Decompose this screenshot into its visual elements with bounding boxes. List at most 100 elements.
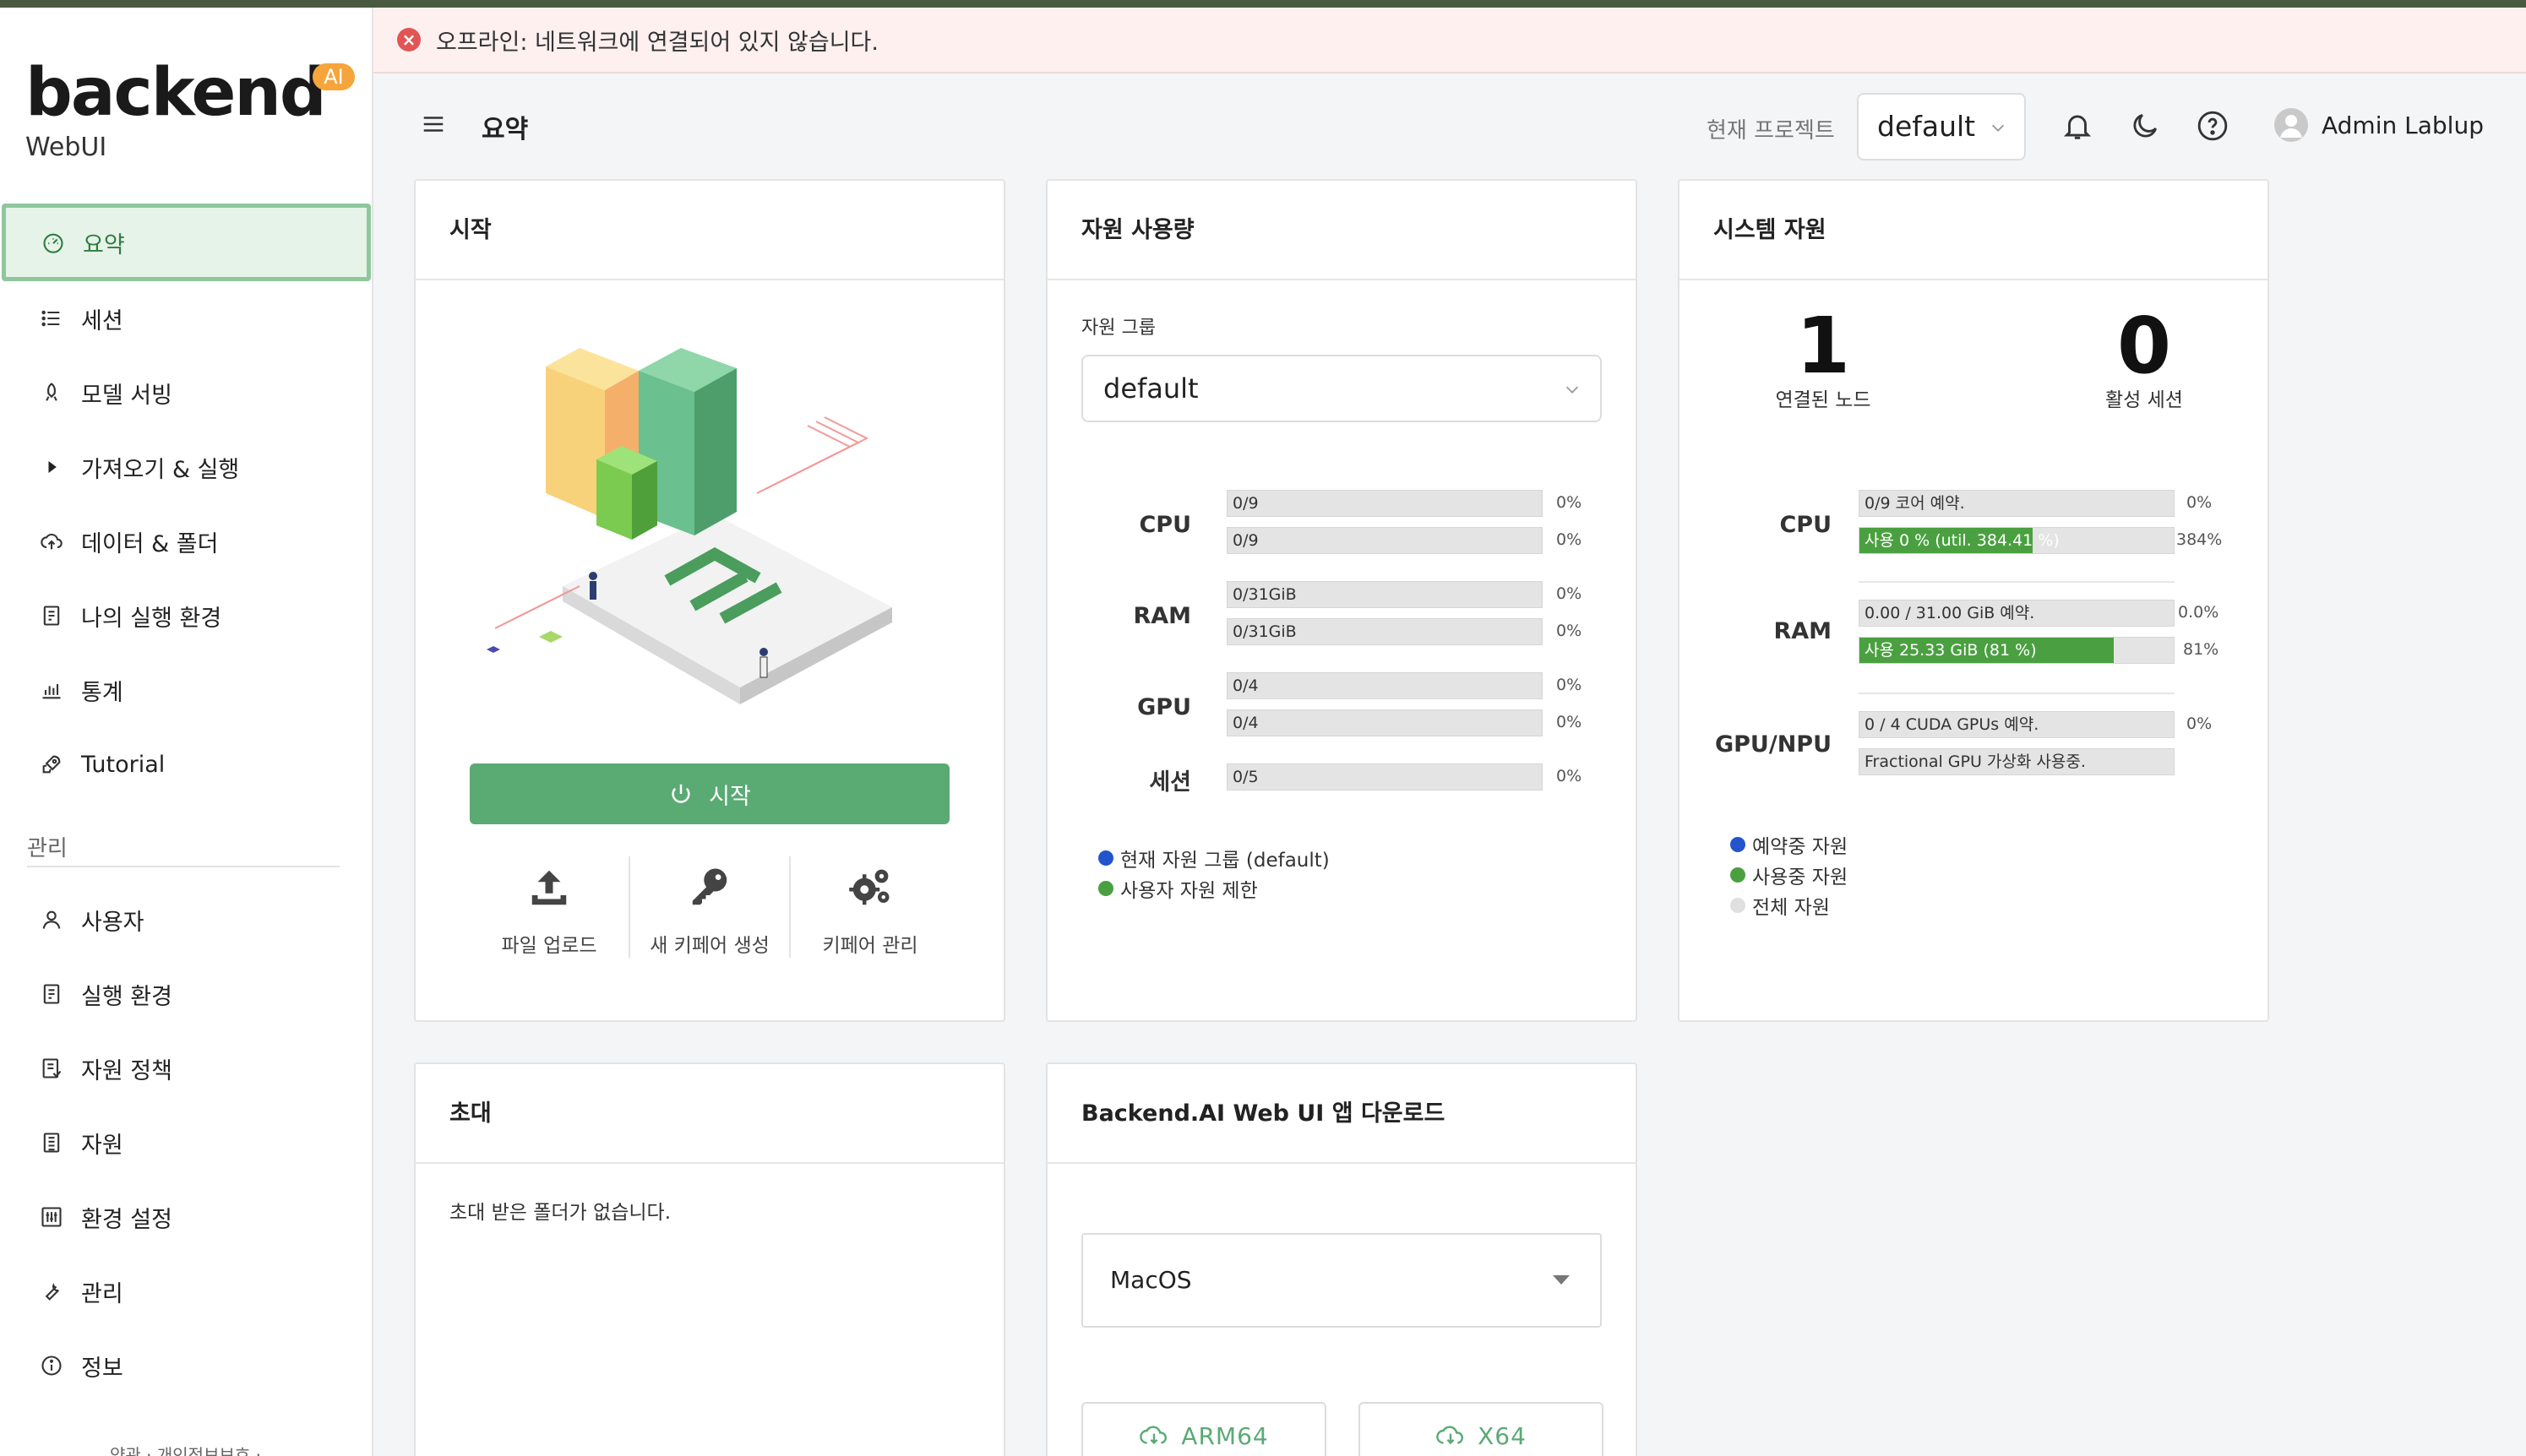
usage-percent: 0%	[1556, 622, 1582, 640]
sidebar-item-sessions[interactable]: 세션	[0, 281, 373, 356]
start-session-button[interactable]: 시작	[470, 763, 950, 824]
app-logo[interactable]: backend AI WebUI	[25, 55, 355, 162]
wrench-icon	[39, 1279, 64, 1304]
sidebar-item-resource-policy[interactable]: 자원 정책	[0, 1031, 373, 1106]
ram-label: RAM	[1773, 618, 1832, 644]
gpu-reserved-bar: 0 / 4 CUDA GPUs 예약.	[1859, 711, 2175, 738]
sidebar-item-my-environments[interactable]: 나의 실행 환경	[0, 579, 373, 653]
usage-percent: 0%	[1556, 713, 1582, 731]
start-card: 시작 시작 파일 업로드 새 키페어 생성 키페어 관리	[414, 179, 1005, 1022]
sidebar-item-summary[interactable]: 요약	[2, 204, 371, 281]
dark-mode-moon-icon[interactable]	[2129, 110, 2161, 142]
cloud-upload-icon	[39, 529, 64, 554]
quick-actions: 파일 업로드 새 키페어 생성 키페어 관리	[470, 856, 950, 958]
sidebar: backend AI WebUI 요약 세션 모델 서빙 가져오기 & 실행 데…	[0, 8, 373, 1456]
start-card-title: 시작	[416, 181, 1004, 280]
legend-item: 사용중 자원	[1730, 860, 1848, 890]
avatar[interactable]	[2274, 108, 2308, 142]
chevron-down-icon	[1991, 124, 2005, 132]
resource-group-select[interactable]: default	[1081, 355, 1602, 422]
usage-bar: 0/9	[1227, 527, 1543, 554]
cpu-label: CPU	[1139, 512, 1191, 538]
cpu-label: CPU	[1779, 512, 1832, 538]
project-select[interactable]: default	[1857, 93, 2026, 160]
sidebar-item-settings[interactable]: 환경 설정	[0, 1180, 373, 1254]
sidebar-item-label: Tutorial	[81, 751, 166, 778]
legend-item: 예약중 자원	[1730, 829, 1848, 860]
download-arm64-button[interactable]: ARM64	[1081, 1402, 1326, 1456]
main-nav: 요약 세션 모델 서빙 가져오기 & 실행 데이터 & 폴더 나의 실행 환경 …	[0, 204, 373, 801]
arm64-label: ARM64	[1181, 1421, 1269, 1450]
policy-icon	[39, 1056, 64, 1081]
file-icon	[39, 981, 64, 1007]
os-select[interactable]: MacOS	[1081, 1233, 1602, 1328]
window-top-border	[0, 0, 2526, 8]
chart-icon	[39, 677, 64, 703]
sidebar-item-maintenance[interactable]: 관리	[0, 1254, 373, 1328]
sidebar-item-information[interactable]: 정보	[0, 1328, 373, 1403]
cpu-reserved-percent: 0%	[2186, 493, 2213, 512]
gpu-reserved-percent: 0%	[2186, 714, 2213, 733]
session-label: 세션	[1149, 769, 1191, 796]
app-download-title: Backend.AI Web UI 앱 다운로드	[1048, 1064, 1636, 1164]
dashboard-icon	[41, 230, 66, 255]
legend-dot	[1730, 867, 1745, 883]
list-icon	[39, 306, 64, 331]
play-icon	[39, 454, 64, 480]
sidebar-item-model-serving[interactable]: 모델 서빙	[0, 356, 373, 430]
cloud-download-icon	[1140, 1426, 1168, 1445]
sidebar-item-environments[interactable]: 실행 환경	[0, 957, 373, 1031]
sidebar-item-label: 요약	[83, 231, 125, 258]
gears-icon	[849, 869, 890, 905]
file-icon	[39, 603, 64, 628]
new-keypair-action[interactable]: 새 키페어 생성	[630, 856, 791, 958]
sidebar-item-users[interactable]: 사용자	[0, 883, 373, 957]
gpu-note-bar: Fractional GPU 가상화 사용중.	[1859, 748, 2175, 775]
chevron-down-icon	[1565, 386, 1579, 394]
cpu-used-bar: 사용 0 % (util. 384.41 %)	[1859, 527, 2175, 554]
logo-wordmark: backend	[25, 55, 327, 131]
project-select-value: default	[1877, 110, 1976, 143]
resource-icon	[39, 1130, 64, 1155]
power-icon	[672, 784, 690, 803]
page-title: 요약	[482, 115, 529, 144]
legend-dot	[1730, 837, 1745, 852]
system-legend: 예약중 자원 사용중 자원 전체 자원	[1730, 829, 1848, 921]
resource-usage-title: 자원 사용량	[1048, 181, 1636, 280]
sidebar-item-label: 모델 서빙	[81, 382, 172, 409]
divider	[1859, 581, 2175, 583]
sidebar-item-import-run[interactable]: 가져오기 & 실행	[0, 430, 373, 504]
cloud-download-icon	[1436, 1426, 1464, 1445]
legend-item: 현재 자원 그룹 (default)	[1098, 843, 1330, 873]
ram-reserved-bar: 0.00 / 31.00 GiB 예약.	[1859, 600, 2175, 627]
download-x64-button[interactable]: X64	[1358, 1402, 1603, 1456]
legend-dot	[1730, 898, 1745, 913]
sidebar-item-tutorial[interactable]: Tutorial	[0, 727, 373, 801]
ram-used-percent: 81%	[2183, 640, 2219, 659]
usage-percent: 0%	[1556, 767, 1582, 785]
usage-bar: 0/4	[1227, 709, 1543, 736]
help-icon[interactable]	[2197, 110, 2229, 142]
sidebar-item-label: 환경 설정	[81, 1206, 172, 1233]
sidebar-item-label: 세션	[81, 307, 123, 334]
manage-keypair-action[interactable]: 키페어 관리	[791, 856, 950, 958]
invitation-title: 초대	[416, 1064, 1004, 1164]
rocket-icon	[39, 380, 64, 405]
usage-bar: 0/4	[1227, 672, 1543, 699]
hamburger-menu-icon[interactable]	[421, 111, 446, 137]
sidebar-item-statistics[interactable]: 통계	[0, 653, 373, 727]
divider	[1859, 693, 2175, 694]
sidebar-item-resources[interactable]: 자원	[0, 1106, 373, 1180]
usage-legend: 현재 자원 그룹 (default) 사용자 자원 제한	[1098, 843, 1330, 904]
legend-dot	[1098, 850, 1113, 866]
start-illustration	[487, 348, 892, 704]
sidebar-item-label: 자원	[81, 1132, 123, 1159]
sidebar-item-label: 관리	[81, 1280, 123, 1307]
upload-file-action[interactable]: 파일 업로드	[470, 856, 630, 958]
footer-links[interactable]: 약관 · 개인정보보호 ·	[110, 1442, 261, 1456]
sidebar-item-data-folders[interactable]: 데이터 & 폴더	[0, 504, 373, 579]
bell-icon[interactable]	[2061, 110, 2093, 142]
sidebar-item-label: 통계	[81, 679, 123, 706]
username[interactable]: Admin Lablup	[2322, 111, 2484, 139]
usage-percent: 0%	[1556, 584, 1582, 603]
